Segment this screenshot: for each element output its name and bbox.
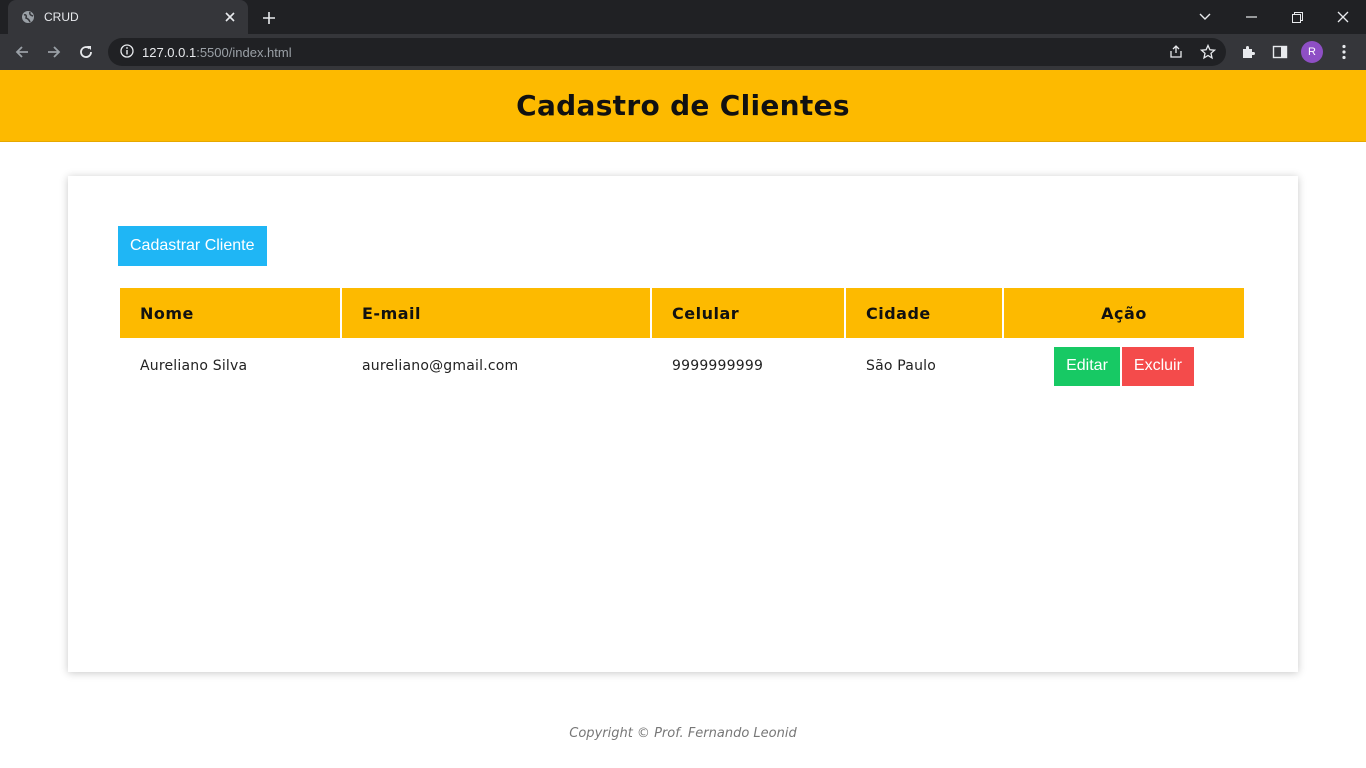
share-icon[interactable]	[1166, 42, 1186, 62]
new-tab-icon[interactable]	[258, 7, 280, 29]
close-window-icon[interactable]	[1320, 0, 1366, 34]
url-host: 127.0.0.1	[142, 44, 197, 60]
page-title: Cadastro de Clientes	[516, 89, 850, 122]
restore-icon[interactable]	[1274, 0, 1320, 34]
column-header-city: Cidade	[846, 288, 1002, 338]
page-header: Cadastro de Clientes	[0, 70, 1366, 142]
url-path: :5500/index.html	[196, 44, 292, 60]
column-header-email: E-mail	[342, 288, 650, 338]
clients-table: Nome E-mail Celular Cidade Ação Aurelian…	[118, 286, 1246, 394]
address-bar[interactable]: 127.0.0.1:5500/index.html	[108, 38, 1226, 66]
browser-tab-strip: CRUD	[0, 0, 1366, 34]
browser-toolbar: 127.0.0.1:5500/index.html R	[0, 34, 1366, 70]
back-icon[interactable]	[8, 38, 36, 66]
browser-tab[interactable]: CRUD	[8, 0, 248, 34]
cell-email: aureliano@gmail.com	[362, 358, 519, 374]
delete-button[interactable]: Excluir	[1121, 346, 1194, 386]
site-info-icon[interactable]	[120, 43, 134, 62]
table-row: Aureliano Silva aureliano@gmail.com 9999…	[120, 340, 1244, 392]
minimize-icon[interactable]	[1228, 0, 1274, 34]
tab-title: CRUD	[44, 10, 79, 24]
tab-search-icon[interactable]	[1182, 0, 1228, 34]
cell-phone: 9999999999	[672, 358, 764, 374]
cell-name: Aureliano Silva	[140, 358, 248, 374]
profile-avatar[interactable]: R	[1301, 41, 1323, 63]
page-content: Cadastro de Clientes Cadastrar Cliente N…	[0, 70, 1366, 768]
cell-actions: Editar Excluir	[1004, 340, 1244, 392]
globe-icon	[20, 9, 36, 25]
reload-icon[interactable]	[72, 38, 100, 66]
cell-city: São Paulo	[866, 358, 937, 374]
menu-kebab-icon[interactable]	[1332, 40, 1356, 64]
main-card: Cadastrar Cliente Nome E-mail Celular Ci…	[68, 176, 1298, 672]
column-header-phone: Celular	[652, 288, 844, 338]
bookmark-star-icon[interactable]	[1198, 42, 1218, 62]
column-header-name: Nome	[120, 288, 340, 338]
forward-icon[interactable]	[40, 38, 68, 66]
add-client-button[interactable]: Cadastrar Cliente	[118, 226, 267, 266]
close-tab-icon[interactable]	[222, 9, 238, 25]
edit-button[interactable]: Editar	[1054, 346, 1120, 386]
extensions-icon[interactable]	[1236, 40, 1260, 64]
table-header-row: Nome E-mail Celular Cidade Ação	[120, 288, 1244, 338]
side-panel-icon[interactable]	[1268, 40, 1292, 64]
column-header-action: Ação	[1004, 288, 1244, 338]
footer-copyright: Copyright © Prof. Fernando Leonid	[569, 726, 797, 741]
url-text: 127.0.0.1:5500/index.html	[142, 45, 292, 60]
